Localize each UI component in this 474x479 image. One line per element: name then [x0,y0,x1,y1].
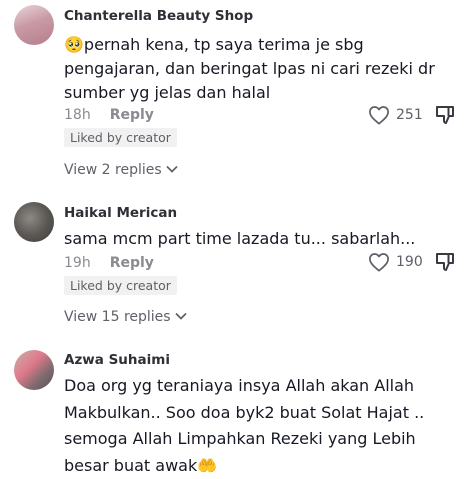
heart-icon [368,105,390,125]
comment-text-line: besar buat awak🤲 [64,453,454,479]
comment-text-line: pengajaran, dan beringat lpas ni cari re… [64,57,454,81]
comment-text-line: Makbulkan.. Soo doa byk2 buat Solat Haja… [64,400,454,427]
like-button[interactable]: 190 [368,252,423,272]
comment-author[interactable]: Chanterella Beauty Shop [64,8,253,24]
comment-timestamp: 18h [64,107,91,123]
like-button[interactable]: 251 [368,105,423,125]
reply-button[interactable]: Reply [110,107,154,123]
comment-text: Doa org yg teraniaya insya Allah akan Al… [64,373,454,479]
comment-text: sama mcm part time lazada tu... sabarlah… [64,227,454,251]
dislike-icon[interactable] [434,252,456,272]
comment-meta: 18h Reply [64,107,154,123]
reply-button[interactable]: Reply [110,255,154,271]
comment-author[interactable]: Haikal Merican [64,205,177,221]
liked-by-creator-badge: Liked by creator [64,128,177,147]
liked-by-creator-badge: Liked by creator [64,276,177,295]
comment-text-line: sama mcm part time lazada tu... sabarlah… [64,227,454,251]
view-replies-button[interactable]: View 2 replies [64,162,178,178]
view-replies-label: View 2 replies [64,162,162,178]
comment-text-line: semoga Allah Limpahkan Rezeki yang Lebih [64,426,454,453]
dislike-icon[interactable] [434,105,456,125]
avatar[interactable] [14,202,54,242]
comment-text: 🥺pernah kena, tp saya terima je sbg peng… [64,33,454,105]
comment-author[interactable]: Azwa Suhaimi [64,352,170,368]
like-count: 251 [396,107,423,123]
comment-text-line: sumber yg jelas dan halal [64,81,454,105]
comment-meta: 19h Reply [64,255,154,271]
comment-text-line: 🥺pernah kena, tp saya terima je sbg [64,33,454,57]
avatar[interactable] [14,350,54,390]
comment-timestamp: 19h [64,255,91,271]
avatar[interactable] [14,5,54,45]
chevron-down-icon [166,165,178,173]
heart-icon [368,252,390,272]
like-count: 190 [396,254,423,270]
chevron-down-icon [175,312,187,320]
comment-text-line: Doa org yg teraniaya insya Allah akan Al… [64,373,454,400]
view-replies-button[interactable]: View 15 replies [64,309,187,325]
view-replies-label: View 15 replies [64,309,171,325]
